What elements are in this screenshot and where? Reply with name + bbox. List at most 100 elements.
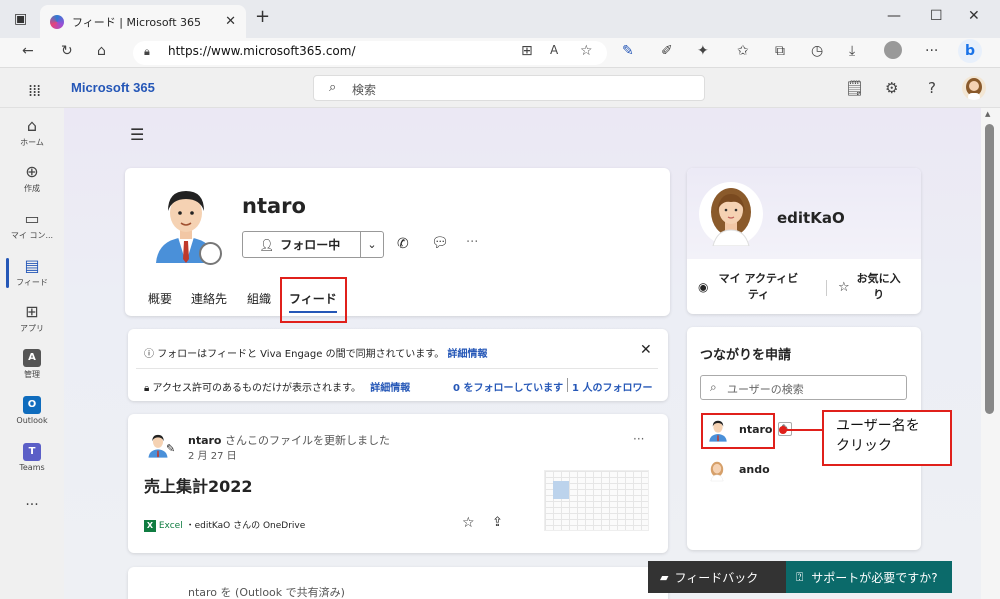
url-text[interactable]: https://www.microsoft365.com/ — [168, 44, 356, 58]
scroll-thumb[interactable] — [985, 124, 994, 414]
highlight-feed-tab — [280, 277, 347, 323]
app-launcher-icon[interactable]: ⁞⁞⁞ — [28, 81, 41, 100]
help-icon[interactable]: ? — [928, 79, 936, 97]
callout-dot — [779, 426, 787, 434]
follow-button[interactable]: 👤︎ フォロー中 ⌄ — [242, 231, 384, 258]
feed-more-icon[interactable]: ··· — [633, 432, 644, 446]
connect-title: つながりを申請 — [700, 348, 792, 363]
rail-label: Teams — [19, 463, 45, 472]
support-label: サポートが必要ですか? — [811, 570, 938, 585]
rail-item-my-content[interactable]: ▭ マイ コン... — [0, 209, 64, 241]
star-icon: ☆ — [838, 279, 850, 295]
call-icon[interactable]: ✆ — [397, 236, 409, 252]
feed-file-title[interactable]: 売上集計2022 — [144, 473, 253, 497]
close-notice-icon[interactable]: ✕ — [640, 342, 652, 358]
downloads-icon[interactable]: ⤓ — [849, 43, 855, 59]
feed-location: ・editKaO さんの OneDrive — [185, 521, 306, 531]
chevron-down-icon[interactable]: ⌄ — [361, 238, 383, 251]
chat-icon[interactable]: 💬︎ — [431, 235, 449, 251]
access-details-link[interactable]: 詳細情報 — [370, 383, 410, 394]
more-icon[interactable]: ··· — [925, 43, 938, 59]
browser-tab[interactable]: フィード | Microsoft 365 ✕ — [40, 5, 246, 38]
favorites-icon[interactable]: ✩ — [737, 43, 749, 59]
tab-org[interactable]: 組織 — [247, 290, 271, 307]
my-activity-button[interactable]: ◉ マイ アクティビティ — [698, 270, 818, 304]
close-window-icon[interactable]: ✕ — [968, 8, 980, 24]
extension-pen-icon[interactable]: ✎ — [622, 43, 634, 59]
profile-name: ntaro — [242, 194, 306, 218]
excel-icon: X — [144, 520, 156, 532]
lock-icon[interactable]: 🔒︎ — [144, 45, 150, 59]
edit-pen-icon: ✎ — [166, 442, 176, 455]
favorite-star-icon[interactable]: ☆ — [462, 515, 475, 531]
following-link[interactable]: 0 をフォローしています — [453, 379, 563, 394]
hamburger-menu-icon[interactable]: ☰ — [130, 125, 144, 144]
m365-favicon-icon — [50, 14, 64, 29]
rail-item-apps[interactable]: ⊞ アプリ — [0, 302, 64, 334]
favorites-button[interactable]: ☆ お気に入り — [838, 270, 916, 304]
folder-icon: ▭ — [24, 209, 40, 228]
browser-profile-icon[interactable] — [884, 41, 902, 59]
minimize-icon[interactable]: — — [887, 8, 901, 24]
ando-avatar-icon — [710, 461, 724, 482]
refresh-icon[interactable]: ↻ — [61, 43, 73, 59]
rail-label: マイ コン... — [10, 231, 54, 240]
rail-item-feed[interactable]: ▤ フィード — [0, 256, 64, 288]
extension-icon[interactable]: ✐ — [661, 43, 673, 59]
search-icon: ⌕ — [329, 80, 337, 95]
rail-more-icon[interactable]: ··· — [0, 497, 64, 513]
tab-overview[interactable]: 概要 — [148, 290, 172, 307]
rail-item-home[interactable]: ⌂ ホーム — [0, 116, 64, 148]
more-actions-icon[interactable]: ··· — [466, 235, 478, 250]
m365-brand[interactable]: Microsoft 365 — [71, 80, 155, 95]
my-activity-label: マイ アクティビティ — [718, 272, 799, 301]
close-tab-icon[interactable]: ✕ — [225, 14, 236, 29]
tab-contact[interactable]: 連絡先 — [191, 290, 227, 307]
callout-line-2: クリック — [836, 438, 892, 454]
feedback-button[interactable]: ▰ フィードバック — [648, 561, 786, 593]
rail-label: 作成 — [24, 184, 40, 193]
instruction-callout: ユーザー名を クリック — [822, 410, 952, 466]
settings-gear-icon[interactable]: ⚙ — [885, 79, 898, 97]
sync-details-link[interactable]: 詳細情報 — [448, 349, 488, 360]
rail-item-outlook[interactable]: O Outlook — [0, 396, 64, 425]
puzzle-icon[interactable]: ✦ — [697, 43, 709, 59]
me-name: editKaO — [777, 209, 845, 227]
history-icon[interactable]: ◷ — [811, 43, 823, 59]
file-thumbnail[interactable] — [544, 470, 649, 531]
maximize-icon[interactable]: ☐ — [930, 8, 943, 24]
rail-label: Outlook — [16, 416, 48, 425]
scroll-up-icon[interactable]: ▲ — [985, 110, 990, 118]
new-tab-icon[interactable]: + — [255, 6, 270, 27]
user-search-icon: ⌕ — [710, 380, 717, 394]
rail-item-create[interactable]: ⊕ 作成 — [0, 162, 64, 194]
home-browser-icon[interactable]: ⌂ — [97, 43, 106, 59]
callout-line-1: ユーザー名を — [836, 418, 920, 434]
rail-label: アプリ — [20, 324, 44, 333]
back-icon[interactable]: ← — [22, 43, 34, 59]
app-view-icon[interactable]: ⊞ — [521, 43, 533, 59]
share-icon[interactable]: ⇪ — [492, 515, 503, 530]
feedback-icon: ▰ — [660, 570, 669, 584]
user-ando[interactable]: ando — [739, 463, 770, 476]
feed-author[interactable]: ntaro — [188, 434, 222, 447]
rail-item-admin[interactable]: A 管理 — [0, 349, 64, 380]
sync-notice-text: フォローはフィードと Viva Engage の間で同期されています。 — [157, 349, 445, 360]
highlight-user-ntaro — [701, 413, 775, 449]
editkao-avatar-icon[interactable] — [699, 182, 763, 246]
my-day-icon[interactable]: 🗒︎ — [845, 79, 864, 97]
favorites-label: お気に入り — [856, 272, 901, 301]
support-button[interactable]: ⍰ サポートが必要ですか? — [786, 561, 952, 593]
rail-item-teams[interactable]: T Teams — [0, 443, 64, 472]
following-divider — [567, 378, 568, 392]
add-favorite-icon[interactable]: ☆ — [580, 43, 593, 59]
read-aloud-icon[interactable]: A — [550, 43, 558, 57]
collections-icon[interactable]: ⧉ — [775, 43, 785, 59]
account-avatar[interactable] — [962, 76, 986, 100]
followers-link[interactable]: 1 人のフォロワー — [572, 379, 652, 394]
feed-icon: ▤ — [24, 256, 40, 275]
presence-status-icon — [199, 242, 222, 265]
copilot-icon[interactable]: b — [958, 39, 982, 63]
tab-actions-icon[interactable]: ▣ — [14, 11, 27, 27]
home-icon: ⌂ — [26, 116, 38, 135]
